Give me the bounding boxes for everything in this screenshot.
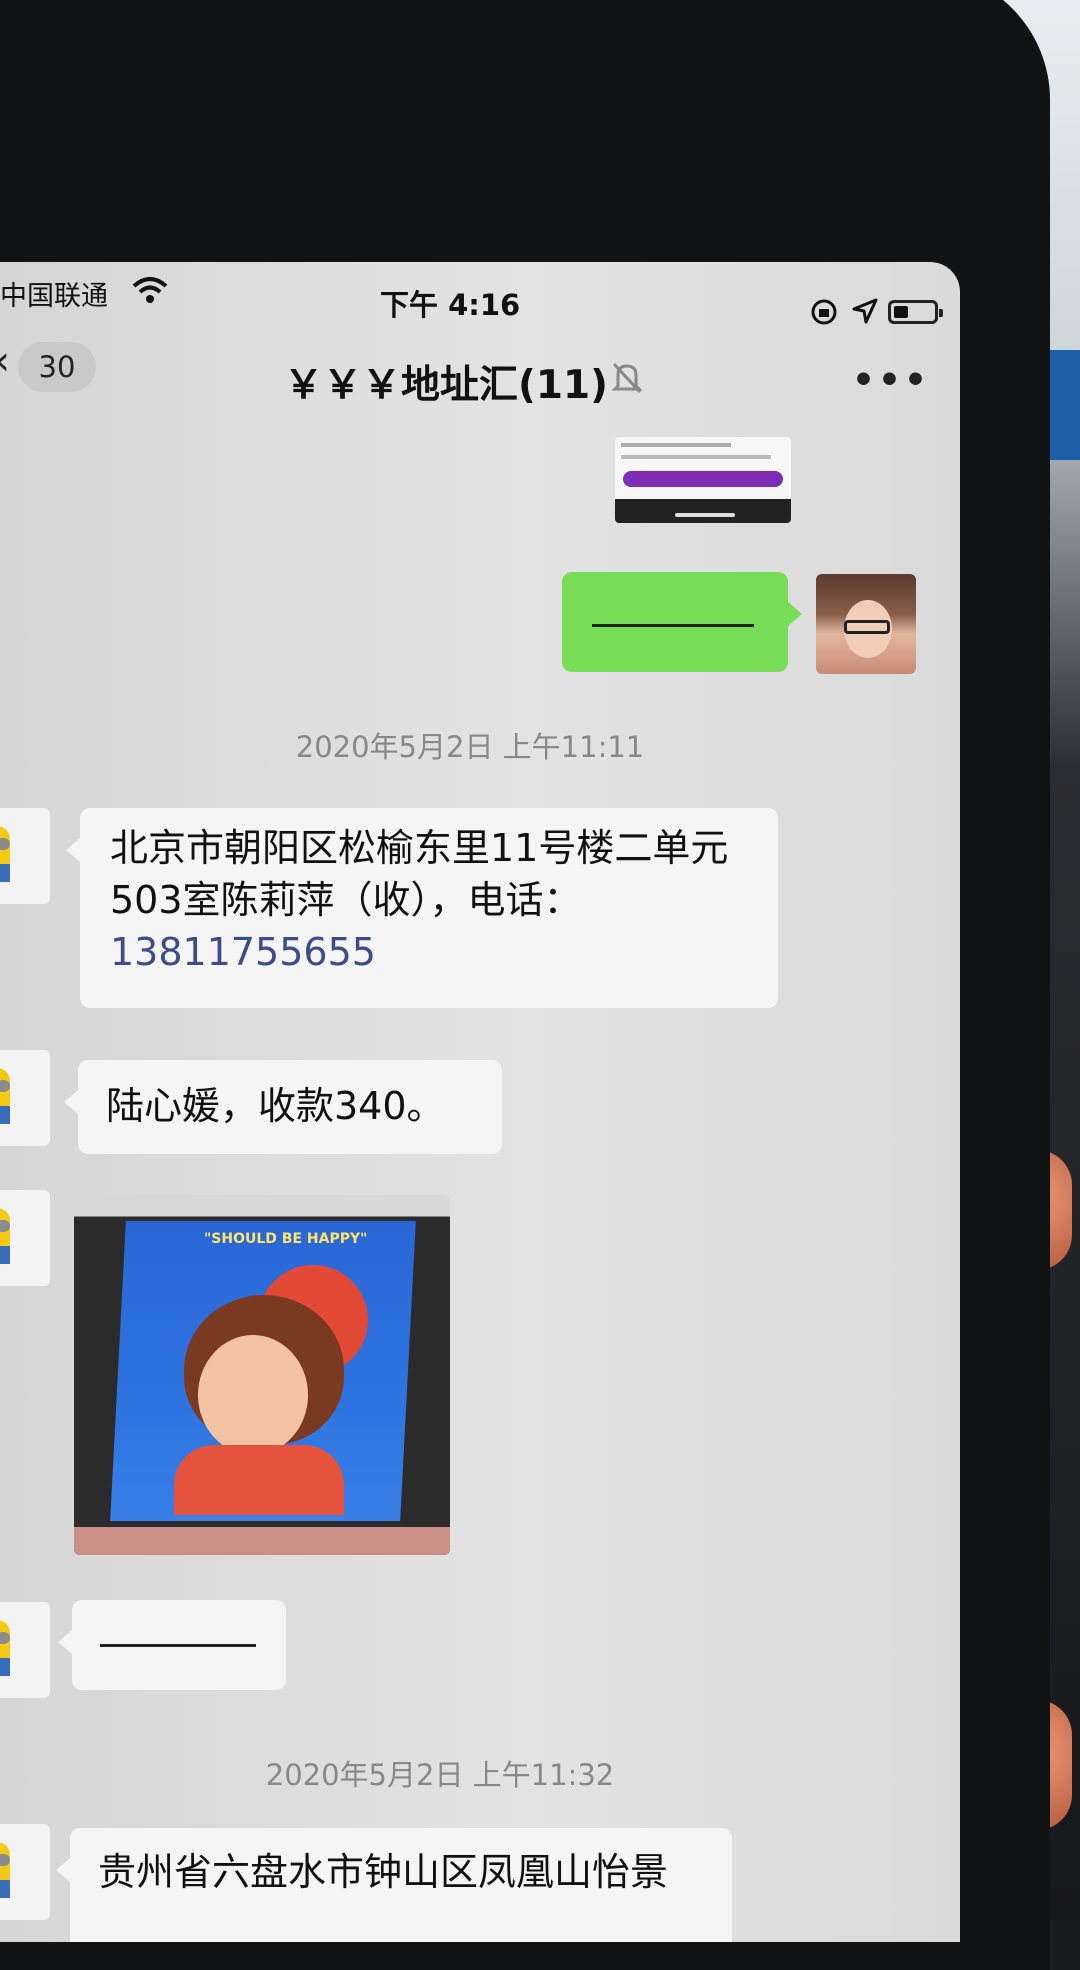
sender-avatar[interactable] xyxy=(0,808,50,904)
back-chevron-icon[interactable]: ‹ xyxy=(0,338,10,384)
phone-number-link[interactable]: 13811755655 xyxy=(110,930,376,974)
phone-screen: 中国联通 下午 4:16 ‹ 30 ￥￥￥地址汇(11) ••• 2020年5月… xyxy=(0,262,960,1942)
self-message-bubble[interactable] xyxy=(562,572,802,672)
timestamp: 2020年5月2日 上午11:11 xyxy=(295,730,645,764)
clock: 下午 4:16 xyxy=(380,288,521,322)
chat-title: ￥￥￥地址汇(11) xyxy=(284,363,608,408)
photo-message[interactable]: "SHOULD BE HAPPY" xyxy=(74,1195,450,1555)
dash-message-bubble[interactable] xyxy=(58,1600,286,1690)
message-text: 贵州省六盘水市钟山区凤凰山怡景 xyxy=(98,1850,669,1894)
address-message-bubble[interactable]: 贵州省六盘水市钟山区凤凰山怡景 xyxy=(56,1828,732,1942)
shared-screenshot-thumbnail[interactable] xyxy=(615,437,791,523)
battery-icon xyxy=(888,300,943,324)
lock-rotation-icon xyxy=(811,299,837,325)
sender-avatar[interactable] xyxy=(0,1824,50,1920)
sender-avatar[interactable] xyxy=(0,1050,50,1146)
photo-caption: "SHOULD BE HAPPY" xyxy=(204,1231,368,1247)
mute-bell-icon xyxy=(611,362,643,394)
location-arrow-icon xyxy=(852,298,878,324)
address-text: 北京市朝阳区松榆东里11号楼二单元503室陈莉萍（收），电话： xyxy=(110,826,729,922)
message-text: 陆心媛，收款340。 xyxy=(106,1084,445,1128)
dash-line xyxy=(100,1644,256,1647)
timestamp: 2020年5月2日 上午11:32 xyxy=(265,1758,615,1792)
carrier-label: 中国联通 xyxy=(0,281,108,312)
self-avatar[interactable] xyxy=(816,574,916,674)
address-message-bubble[interactable]: 北京市朝阳区松榆东里11号楼二单元503室陈莉萍（收），电话： 138117556… xyxy=(66,808,778,1008)
dash-line xyxy=(592,624,754,627)
more-options-button[interactable]: ••• xyxy=(852,360,930,401)
message-text: 北京市朝阳区松榆东里11号楼二单元503室陈莉萍（收），电话： 138117556… xyxy=(110,822,760,978)
payment-message-bubble[interactable]: 陆心媛，收款340。 xyxy=(64,1060,502,1154)
sender-avatar[interactable] xyxy=(0,1602,50,1698)
sender-avatar[interactable] xyxy=(0,1190,50,1286)
wifi-icon xyxy=(132,277,168,303)
unread-count-badge[interactable]: 30 xyxy=(18,342,96,392)
status-bar: 中国联通 下午 4:16 xyxy=(0,262,960,332)
